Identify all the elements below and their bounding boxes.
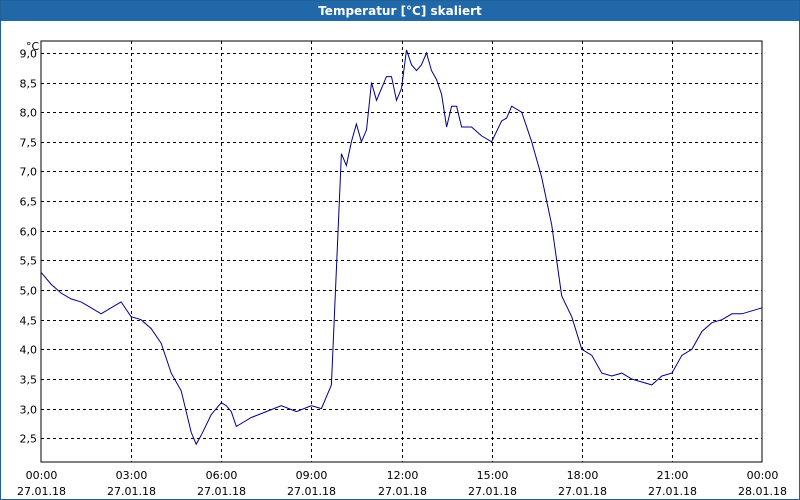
y-tick-label: 7,5 <box>20 137 38 150</box>
x-tick-date: 27.01.18 <box>648 485 697 498</box>
y-tick-label: 2,5 <box>20 433 38 446</box>
y-tick-label: 8,0 <box>20 107 38 120</box>
x-tick-date: 27.01.18 <box>17 485 66 498</box>
grid-lines <box>41 41 762 462</box>
x-tick-date: 27.01.18 <box>468 485 517 498</box>
y-tick-label: 4,0 <box>20 344 38 357</box>
y-tick-label: 3,0 <box>20 404 38 417</box>
x-tick-date: 27.01.18 <box>287 485 336 498</box>
x-tick-time: 00:00 <box>747 469 779 482</box>
x-tick-time: 03:00 <box>116 469 148 482</box>
chart-window: Temperatur [°C] skaliert 9,0 8,5 8,0 7,5 7,0… <box>0 0 800 500</box>
y-tick-label: 8,5 <box>20 78 38 91</box>
temperature-series-line <box>40 49 763 446</box>
x-tick-time: 09:00 <box>296 469 328 482</box>
x-tick-date: 28.01.18 <box>738 485 787 498</box>
y-tick-label: 3,5 <box>20 374 38 387</box>
y-tick-labels: 9,08,58,07,57,06,56,05,55,04,54,03,53,02… <box>20 48 38 446</box>
x-tick-time: 00:00 <box>26 469 58 482</box>
y-tick-label: 6,0 <box>20 226 38 239</box>
y-axis-unit: °C <box>26 40 40 53</box>
x-tick-time: 15:00 <box>477 469 509 482</box>
x-tick-date: 27.01.18 <box>378 485 427 498</box>
x-tick-time: 06:00 <box>206 469 238 482</box>
plot-area <box>40 40 763 463</box>
y-tick-label: 6,5 <box>20 196 38 209</box>
temperature-chart: 9,08,58,07,57,06,56,05,55,04,54,03,53,02… <box>17 40 787 498</box>
y-tick-label: 7,0 <box>20 166 38 179</box>
y-tick-label: 4,5 <box>20 315 38 328</box>
x-tick-labels: 00:00 27.01.18 03:00 27.01.18 06:00 27.01.18 0… <box>17 469 787 498</box>
x-tick-time: 12:00 <box>387 469 419 482</box>
x-tick-time: 21:00 <box>657 469 689 482</box>
y-tick-label: 5,5 <box>20 255 38 268</box>
x-tick-time: 18:00 <box>567 469 599 482</box>
x-tick-date: 27.01.18 <box>107 485 156 498</box>
x-tick-date: 27.01.18 <box>197 485 246 498</box>
y-tick-label: 5,0 <box>20 285 38 298</box>
x-tick-date: 27.01.18 <box>558 485 607 498</box>
